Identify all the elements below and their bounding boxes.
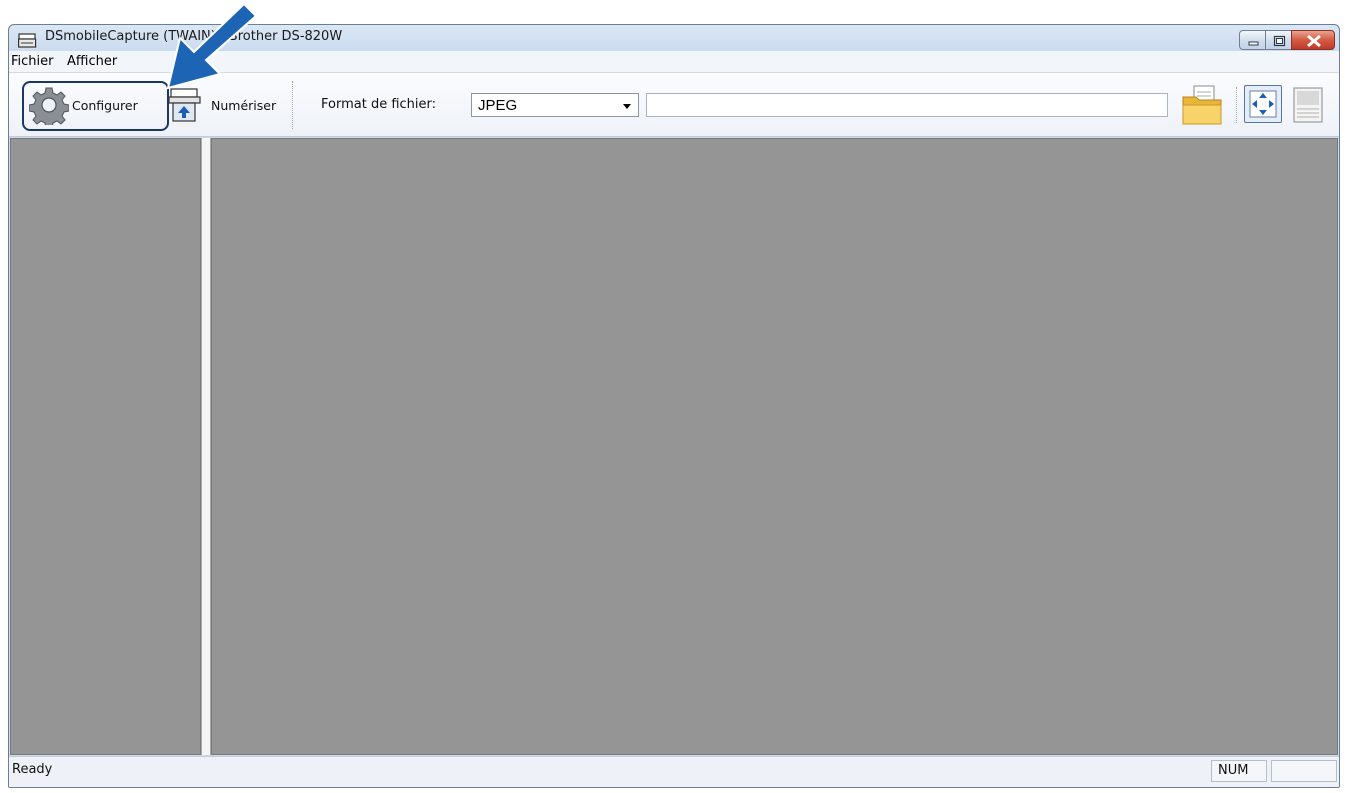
page-view-icon[interactable] (1293, 87, 1323, 123)
app-window: DSmobileCapture (TWAIN) - Brother DS-820… (8, 24, 1340, 788)
gear-icon (29, 87, 69, 125)
path-field[interactable] (646, 93, 1168, 117)
thumbnail-pane[interactable] (10, 138, 201, 755)
menu-fichier[interactable]: Fichier (11, 54, 54, 69)
minimize-icon (1248, 41, 1259, 46)
format-value: JPEG (478, 97, 518, 114)
status-text: Ready (12, 762, 53, 777)
toolbar-grip[interactable] (292, 81, 295, 129)
scanner-icon (18, 33, 37, 48)
arrow-icon (166, 2, 258, 90)
preview-pane[interactable] (211, 138, 1338, 755)
status-num-panel: NUM (1211, 760, 1267, 782)
chevron-down-icon (623, 104, 631, 109)
configure-button[interactable]: Configurer (29, 83, 138, 127)
close-icon (1307, 34, 1321, 48)
status-bar: Ready NUM (9, 756, 1339, 787)
folder-icon[interactable] (1180, 83, 1224, 127)
minimize-button[interactable] (1239, 30, 1266, 50)
toolbar-separator (1236, 87, 1239, 123)
format-select[interactable]: JPEG (471, 93, 639, 117)
format-label: Format de fichier: (321, 97, 437, 112)
fit-to-window-button[interactable] (1244, 85, 1282, 123)
window-controls (1239, 30, 1335, 50)
maximize-icon (1273, 35, 1286, 47)
status-empty-panel (1271, 760, 1337, 782)
menu-afficher[interactable]: Afficher (67, 54, 117, 69)
pane-splitter[interactable] (201, 138, 211, 755)
maximize-button[interactable] (1265, 30, 1292, 50)
scan-label: Numériser (211, 97, 277, 113)
close-button[interactable] (1291, 30, 1335, 50)
status-num: NUM (1218, 763, 1249, 778)
configure-label: Configurer (72, 97, 138, 113)
fit-to-window-icon (1249, 90, 1277, 118)
